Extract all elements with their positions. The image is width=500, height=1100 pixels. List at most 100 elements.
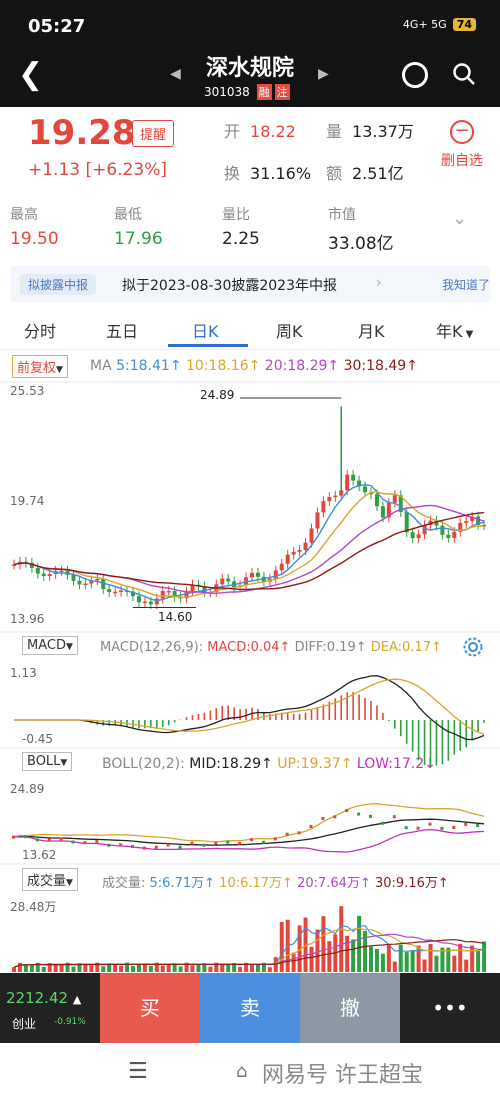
volume-bar xyxy=(398,944,403,972)
candle-body xyxy=(142,601,147,604)
volume-bar xyxy=(208,966,213,972)
home-icon[interactable]: ⌂ xyxy=(236,1061,247,1082)
candle-body xyxy=(404,511,409,533)
boll-candle xyxy=(214,841,218,845)
diff-line xyxy=(14,675,485,741)
boll-candle xyxy=(452,825,456,829)
trade-bar: 2212.42 ▲ 创业 -0.91% 买 卖 撤 ••• xyxy=(0,973,500,1043)
candle-body xyxy=(71,574,76,581)
volume-bar xyxy=(464,959,469,972)
volume-bar xyxy=(416,945,421,972)
boll-candle xyxy=(428,822,432,826)
boll-candle xyxy=(333,815,337,819)
candle-body xyxy=(452,531,457,538)
boll-candle xyxy=(404,826,408,830)
boll-candle xyxy=(392,815,396,819)
volume-bar xyxy=(369,946,373,972)
candle-body xyxy=(136,596,141,603)
index-ticker[interactable]: 2212.42 ▲ 创业 -0.91% xyxy=(0,973,100,1043)
buy-button[interactable]: 买 xyxy=(100,973,200,1043)
volume-bar xyxy=(404,952,409,972)
boll-candle xyxy=(190,841,194,845)
boll-candle xyxy=(357,812,361,816)
boll-candle xyxy=(261,840,265,844)
candle-body xyxy=(446,534,451,538)
volume-bar xyxy=(309,946,314,972)
volume-bar xyxy=(339,906,344,972)
candle-body xyxy=(297,550,302,552)
candle-body xyxy=(148,601,153,605)
boll-low-line xyxy=(13,828,485,853)
volume-bar xyxy=(327,941,332,972)
candle-body xyxy=(154,598,159,605)
volume-bar xyxy=(476,950,481,972)
candle-body xyxy=(392,495,397,503)
candle-body xyxy=(59,570,64,573)
up-triangle-icon: ▲ xyxy=(72,993,82,1006)
volume-bar xyxy=(59,965,64,972)
candle-body xyxy=(220,578,225,585)
volume-bar xyxy=(17,962,22,972)
volume-bar xyxy=(380,953,385,972)
volume-bar xyxy=(434,955,439,972)
sell-button[interactable]: 卖 xyxy=(200,973,300,1043)
boll-candle xyxy=(226,840,230,844)
candle-body xyxy=(410,532,415,539)
boll-candle xyxy=(464,822,468,826)
candle-body xyxy=(119,590,124,592)
candle-body xyxy=(321,501,326,513)
candle-body xyxy=(107,588,112,593)
candle-body xyxy=(291,551,296,555)
candle-body xyxy=(327,496,332,502)
candle-body xyxy=(303,542,308,551)
cancel-order-button[interactable]: 撤 xyxy=(300,973,400,1043)
volume-bar xyxy=(41,966,46,972)
candle-body xyxy=(315,512,320,529)
candle-body xyxy=(464,521,469,523)
boll-candle xyxy=(345,809,349,813)
boll-candle xyxy=(154,845,158,849)
boll-candle xyxy=(131,844,134,848)
boll-candle xyxy=(380,821,384,825)
candle-body xyxy=(345,474,350,491)
volume-bar xyxy=(119,965,124,972)
menu-icon[interactable]: ☰ xyxy=(128,1059,148,1084)
boll-candle xyxy=(440,826,444,830)
volume-bar xyxy=(428,943,433,972)
volume-bar xyxy=(345,935,350,972)
index-name: 创业 xyxy=(12,1017,37,1031)
volume-bar xyxy=(250,964,254,972)
boll-candle xyxy=(273,837,277,841)
chart-canvas[interactable] xyxy=(0,0,500,975)
boll-candle xyxy=(95,839,99,843)
volume-bar xyxy=(291,952,296,972)
candle-body xyxy=(363,486,368,493)
index-percent: -0.91% xyxy=(54,1017,86,1027)
volume-bar xyxy=(422,959,427,972)
boll-candle xyxy=(47,838,51,842)
volume-bar xyxy=(410,950,415,972)
ma20-line xyxy=(13,504,485,595)
boll-candle xyxy=(119,843,123,847)
volume-bar xyxy=(178,966,183,972)
candle-body xyxy=(113,591,118,594)
volume-bar xyxy=(315,929,320,972)
boll-candle xyxy=(71,840,75,844)
boll-candle xyxy=(250,838,253,842)
candle-body xyxy=(47,574,52,577)
boll-candle xyxy=(476,823,480,827)
volume-bar xyxy=(23,964,28,972)
volume-bar xyxy=(190,965,195,972)
boll-candle xyxy=(285,832,289,836)
volume-bar xyxy=(29,964,34,972)
volume-bar xyxy=(357,915,362,972)
boll-candle xyxy=(107,843,111,847)
candle-body xyxy=(273,570,278,579)
volume-bar xyxy=(279,921,284,972)
boll-candle xyxy=(416,826,420,830)
candle-body xyxy=(416,534,421,539)
ma5-line xyxy=(13,484,485,602)
volume-bar xyxy=(71,966,76,972)
index-value: 2212.42 ▲ xyxy=(6,989,81,1007)
more-button[interactable]: ••• xyxy=(400,973,500,1043)
